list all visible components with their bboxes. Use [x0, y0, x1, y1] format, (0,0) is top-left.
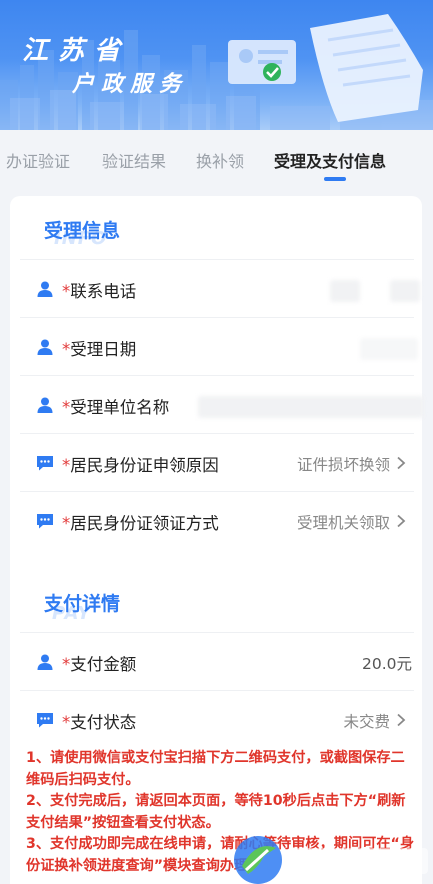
redacted-value [198, 396, 424, 418]
tab-verify-result[interactable]: 验证结果 [102, 148, 166, 172]
person-icon [37, 281, 53, 297]
person-icon [37, 397, 53, 413]
required-mark: * [62, 514, 71, 533]
application-reason-label: 居民身份证申领原因 [70, 456, 219, 475]
acceptance-date-row: *受理日期 [20, 317, 418, 375]
payment-section-title: 支付详情 [44, 593, 121, 615]
message-icon [37, 713, 53, 728]
tab-bar: 办证验证 验证结果 换补领 受理及支付信息 [0, 130, 433, 185]
application-reason-row[interactable]: *居民身份证申领原因 证件损坏换领 [20, 433, 414, 491]
payment-amount-row: *支付金额 20.0元 [20, 632, 414, 690]
acceptance-unit-label: 受理单位名称 [70, 398, 170, 417]
redacted-value [330, 280, 360, 302]
person-icon [37, 654, 53, 670]
required-mark: * [62, 340, 71, 359]
tab-verify-certificate[interactable]: 办证验证 [6, 148, 70, 172]
acceptance-section-title: 受理信息 [44, 220, 121, 242]
application-reason-value: 证件损坏换领 [296, 456, 390, 474]
required-mark: * [62, 713, 71, 732]
payment-amount-label: 支付金额 [70, 655, 137, 674]
pickup-method-value: 受理机关领取 [296, 514, 390, 532]
contact-phone-row: *联系电话 [20, 259, 420, 317]
pickup-method-label: 居民身份证领证方式 [70, 514, 219, 533]
payment-amount-value: 20.0元 [361, 655, 412, 673]
payment-status-row[interactable]: *支付状态 未交费 [20, 690, 414, 748]
acceptance-date-label: 受理日期 [70, 340, 137, 359]
pickup-method-row[interactable]: *居民身份证领证方式 受理机关领取 [20, 491, 414, 549]
contact-phone-label: 联系电话 [70, 282, 137, 301]
required-mark: * [62, 456, 71, 475]
redacted-value [360, 338, 418, 360]
payment-status-value: 未交费 [343, 713, 390, 731]
site-watermark-logo [234, 836, 428, 884]
chevron-right-icon [397, 456, 406, 470]
acceptance-unit-row: *受理单位名称 [20, 375, 424, 433]
required-mark: * [62, 398, 71, 417]
instruction-step-1: 1、请使用微信或支付宝扫描下方二维码支付，或截图保存二维码后扫码支付。 [26, 750, 405, 788]
required-mark: * [62, 282, 71, 301]
banner-title-service: 户政服务 [72, 72, 189, 97]
redacted-value [390, 280, 420, 302]
banner-title-province: 江苏省 [22, 36, 131, 66]
message-icon [37, 514, 53, 529]
tab-acceptance-payment[interactable]: 受理及支付信息 [274, 148, 386, 172]
active-tab-indicator [324, 177, 346, 181]
person-icon [37, 339, 53, 355]
chevron-right-icon [397, 713, 406, 727]
document-illustration [228, 14, 423, 122]
payment-status-label: 支付状态 [70, 713, 137, 732]
message-icon [37, 456, 53, 471]
tab-replace-reissue[interactable]: 换补领 [196, 148, 244, 172]
chevron-right-icon [397, 514, 406, 528]
header-banner: 江苏省 户政服务 [0, 0, 433, 130]
required-mark: * [62, 655, 71, 674]
